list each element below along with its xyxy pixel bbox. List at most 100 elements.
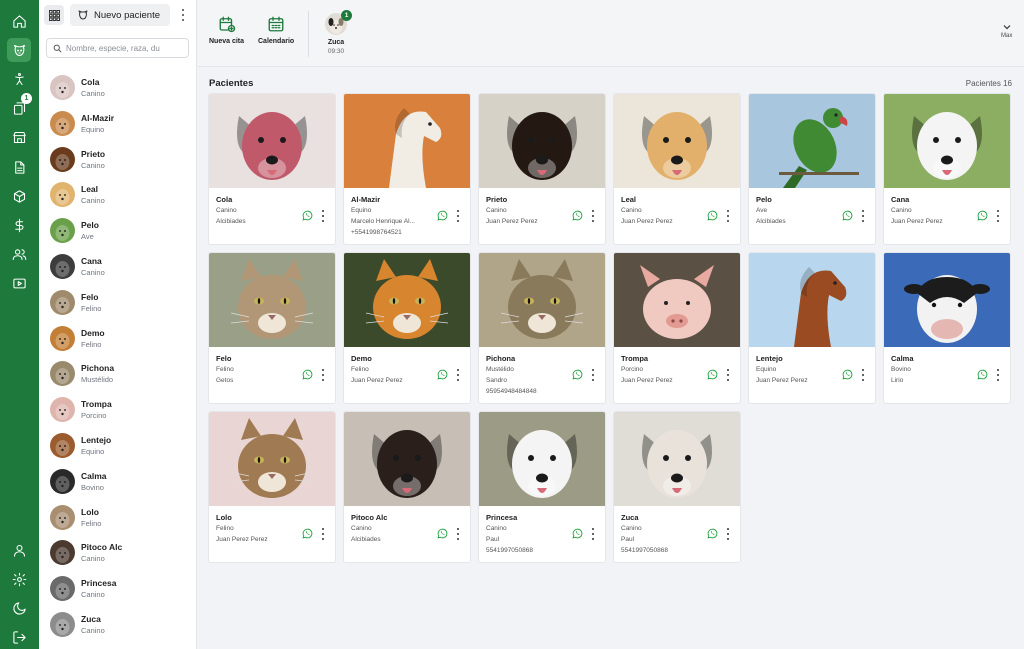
patient-card[interactable]: Prieto Canino Juan Perez Perez <box>479 94 605 244</box>
card-menu-icon[interactable] <box>590 210 596 222</box>
card-menu-icon[interactable] <box>725 528 731 540</box>
whatsapp-icon[interactable] <box>437 210 448 221</box>
whatsapp-icon[interactable] <box>842 210 853 221</box>
card-menu-icon[interactable] <box>725 369 731 381</box>
patient-name: Al-Mazir <box>81 112 115 123</box>
whatsapp-icon[interactable] <box>302 528 313 539</box>
accessibility-icon[interactable] <box>7 67 31 91</box>
new-appointment-button[interactable]: Nueva cita <box>209 15 244 45</box>
patient-card-species: Canino <box>621 207 642 214</box>
patient-photo <box>884 94 1010 188</box>
patient-card[interactable]: Princesa Canino Paul 5541997050868 <box>479 412 605 562</box>
patient-card-name: Demo <box>351 354 372 363</box>
patient-card-owner: Alcibiades <box>216 218 246 225</box>
patient-list-item[interactable]: Lolo Felino <box>39 500 196 536</box>
whatsapp-icon[interactable] <box>437 369 448 380</box>
card-menu-icon[interactable] <box>320 528 326 540</box>
patient-card[interactable]: Cana Canino Juan Perez Perez <box>884 94 1010 244</box>
card-menu-icon[interactable] <box>320 369 326 381</box>
card-menu-icon[interactable] <box>320 210 326 222</box>
patient-list-item[interactable]: Princesa Canino <box>39 571 196 607</box>
patient-species: Canino <box>81 160 105 170</box>
patient-list-item[interactable]: Al-Mazir Equino <box>39 106 196 142</box>
patient-card-phone: 5541997050868 <box>621 547 668 554</box>
moon-icon[interactable] <box>7 596 31 620</box>
patient-card[interactable]: Calma Bovino Lirio <box>884 253 1010 403</box>
patient-photo <box>884 253 1010 347</box>
patient-card[interactable]: Pitoco Alc Canino Alcibiades <box>344 412 470 562</box>
patient-list-item[interactable]: Felo Felino <box>39 285 196 321</box>
whatsapp-icon[interactable] <box>977 210 988 221</box>
copy-icon[interactable]: 1 <box>7 93 32 120</box>
card-menu-icon[interactable] <box>860 369 866 381</box>
search-input[interactable] <box>66 43 184 53</box>
video-icon[interactable] <box>7 271 31 295</box>
waiting-patient[interactable]: 1 Zuca 09:30 <box>324 10 352 55</box>
patient-search-box[interactable] <box>46 38 189 58</box>
whatsapp-icon[interactable] <box>977 369 988 380</box>
patient-card[interactable]: Pelo Ave Alcibiades <box>749 94 875 244</box>
patient-card[interactable]: Zuca Canino Paul 5541997050868 <box>614 412 740 562</box>
patient-photo <box>344 412 470 506</box>
patient-species: Bovino <box>81 482 104 492</box>
patient-list-item[interactable]: Prieto Canino <box>39 142 196 178</box>
patient-list-item[interactable]: Cana Canino <box>39 249 196 285</box>
calendar-button[interactable]: Calendario <box>258 15 294 45</box>
card-menu-icon[interactable] <box>590 528 596 540</box>
card-menu-icon[interactable] <box>860 210 866 222</box>
grid-view-button[interactable] <box>44 5 64 25</box>
whatsapp-icon[interactable] <box>842 369 853 380</box>
settings-icon[interactable] <box>7 567 31 591</box>
patient-card[interactable]: Lentejo Equino Juan Perez Perez <box>749 253 875 403</box>
dollar-icon[interactable] <box>7 213 31 237</box>
card-menu-icon[interactable] <box>455 210 461 222</box>
home-icon[interactable] <box>7 9 31 33</box>
new-patient-button[interactable]: Nuevo paciente <box>70 4 170 26</box>
patient-list-item[interactable]: Trompa Porcino <box>39 392 196 428</box>
patient-list-item[interactable]: Pelo Ave <box>39 213 196 249</box>
whatsapp-icon[interactable] <box>302 369 313 380</box>
logout-icon[interactable] <box>7 625 31 649</box>
patient-list-item[interactable]: Pichona Mustélido <box>39 356 196 392</box>
patient-list-item[interactable]: Cola Canino <box>39 70 196 106</box>
whatsapp-icon[interactable] <box>302 210 313 221</box>
card-menu-icon[interactable] <box>725 210 731 222</box>
card-menu-icon[interactable] <box>455 528 461 540</box>
patient-card[interactable]: Cola Canino Alcibiades <box>209 94 335 244</box>
card-menu-icon[interactable] <box>995 210 1001 222</box>
patient-card[interactable]: Demo Felino Juan Perez Perez <box>344 253 470 403</box>
patient-list-item[interactable]: Lentejo Equino <box>39 428 196 464</box>
patient-list-item[interactable]: Demo Felino <box>39 321 196 357</box>
whatsapp-icon[interactable] <box>437 528 448 539</box>
patient-species: Canino <box>81 268 105 277</box>
whatsapp-icon[interactable] <box>572 369 583 380</box>
user-icon[interactable] <box>7 538 31 562</box>
patient-card[interactable]: Leal Canino Juan Perez Perez <box>614 94 740 244</box>
patient-avatar <box>50 397 75 423</box>
user-menu[interactable]: Max <box>1001 24 1012 39</box>
patient-card[interactable]: Trompa Porcino Juan Perez Perez <box>614 253 740 403</box>
patient-list-item[interactable]: Calma Bovino <box>39 464 196 500</box>
whatsapp-icon[interactable] <box>572 210 583 221</box>
patient-list-item[interactable]: Leal Canino <box>39 177 196 213</box>
card-menu-icon[interactable] <box>590 369 596 381</box>
card-menu-icon[interactable] <box>455 369 461 381</box>
whatsapp-icon[interactable] <box>707 528 718 539</box>
whatsapp-icon[interactable] <box>572 528 583 539</box>
patient-card-species: Canino <box>351 525 372 532</box>
whatsapp-icon[interactable] <box>707 210 718 221</box>
patient-card[interactable]: Pichona Mustélido Sandro 95954948484848 <box>479 253 605 403</box>
patient-card[interactable]: Felo Felino Getos <box>209 253 335 403</box>
patient-list-item[interactable]: Pitoco Alc Canino <box>39 535 196 571</box>
list-menu-icon[interactable] <box>178 8 188 22</box>
card-menu-icon[interactable] <box>995 369 1001 381</box>
users-icon[interactable] <box>7 242 31 266</box>
document-icon[interactable] <box>7 155 31 179</box>
store-icon[interactable] <box>7 125 31 149</box>
patient-list-item[interactable]: Zuca Canino <box>39 607 196 643</box>
patient-card[interactable]: Lolo Felino Juan Perez Perez <box>209 412 335 562</box>
patient-card[interactable]: Al-Mazir Equino Marcelo Henrique Al... +554… <box>344 94 470 244</box>
box-icon[interactable] <box>7 184 31 208</box>
whatsapp-icon[interactable] <box>707 369 718 380</box>
pet-icon[interactable] <box>7 38 31 62</box>
